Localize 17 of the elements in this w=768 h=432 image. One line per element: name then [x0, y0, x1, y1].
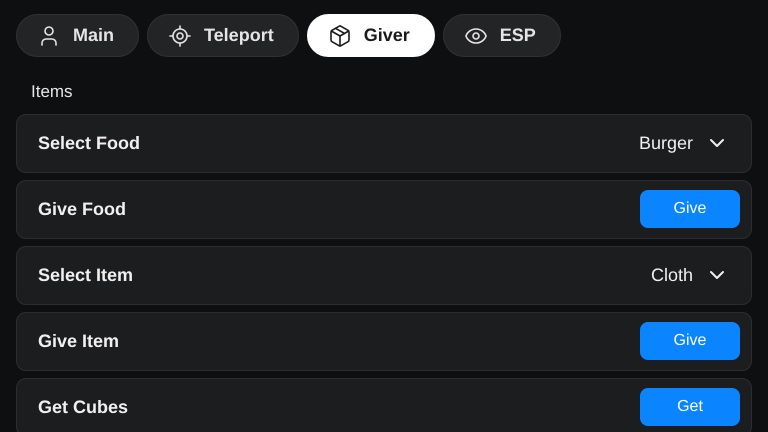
row-label: Give Item [38, 330, 120, 352]
tab[interactable]: Main [16, 14, 140, 57]
action-button[interactable]: Get [640, 388, 740, 426]
crosshair-icon [168, 24, 192, 48]
row-label: Select Food [38, 132, 140, 154]
action-button[interactable]: Give [640, 190, 740, 228]
action-button[interactable]: Give [640, 322, 740, 360]
tab[interactable]: ESP [442, 14, 561, 57]
box-icon [328, 24, 352, 48]
tab[interactable]: Giver [306, 14, 435, 57]
row-label: Select Item [38, 264, 134, 286]
section-title: Items [31, 81, 73, 103]
dropdown[interactable]: Burger [638, 130, 740, 156]
tab[interactable]: Teleport [147, 14, 299, 57]
dropdown[interactable]: Cloth [650, 262, 740, 288]
row-label: Get Cubes [38, 396, 128, 418]
row-label: Give Food [38, 198, 126, 220]
